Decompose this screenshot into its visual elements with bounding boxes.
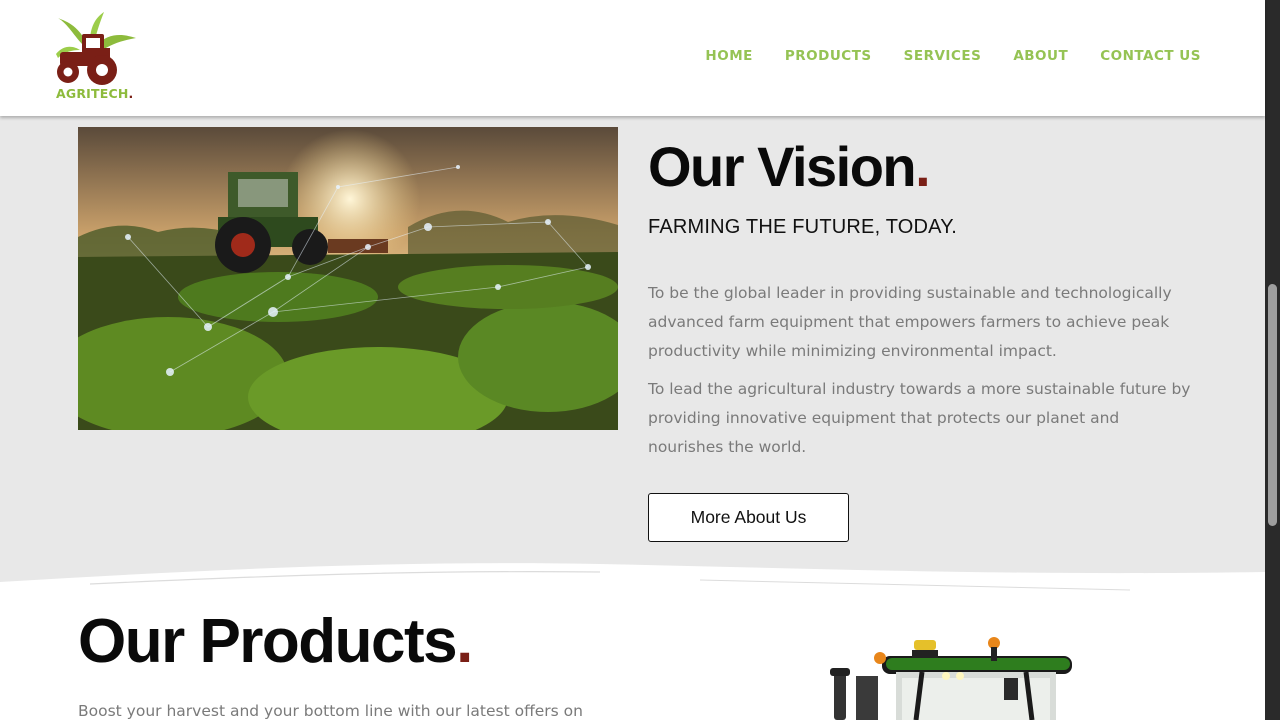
nav-about[interactable]: ABOUT xyxy=(1013,48,1068,64)
products-title: Our Products. xyxy=(78,607,473,676)
vision-title: Our Vision. xyxy=(648,135,931,198)
more-about-us-button[interactable]: More About Us xyxy=(648,493,849,542)
scrollbar-thumb[interactable] xyxy=(1268,284,1277,526)
agritech-logo[interactable]: AGRITECH. xyxy=(46,12,138,104)
tractor-product-image xyxy=(830,637,1072,720)
smart-farming-image xyxy=(78,127,618,430)
vision-paragraph-2: To lead the agricultural industry toward… xyxy=(648,380,1191,456)
logo-text: AGRITECH. xyxy=(56,86,134,101)
nav-products[interactable]: PRODUCTS xyxy=(785,48,872,64)
products-intro: Boost your harvest and your bottom line … xyxy=(78,702,583,720)
vision-section: Our Vision. FARMING THE FUTURE, TODAY. T… xyxy=(0,116,1265,586)
main-nav: HOME PRODUCTS SERVICES ABOUT CONTACT US xyxy=(705,48,1201,64)
vision-paragraph-1: To be the global leader in providing sus… xyxy=(648,284,1172,360)
page-scrollbar[interactable] xyxy=(1265,0,1280,720)
wave-divider xyxy=(0,563,1265,610)
nav-contact-us[interactable]: CONTACT US xyxy=(1100,48,1201,64)
site-header: AGRITECH. HOME PRODUCTS SERVICES ABOUT C… xyxy=(0,0,1265,116)
tractor-logo-icon xyxy=(56,12,136,85)
nav-services[interactable]: SERVICES xyxy=(904,48,982,64)
nav-home[interactable]: HOME xyxy=(705,48,752,64)
vision-subtitle: FARMING THE FUTURE, TODAY. xyxy=(648,216,957,238)
